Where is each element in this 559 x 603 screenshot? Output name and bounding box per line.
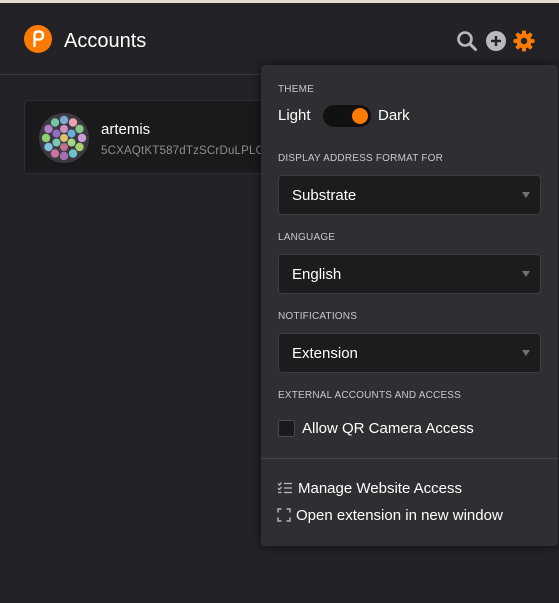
account-card[interactable]: artemis 5CXAQtKT587dTzSCrDuLPLC — [24, 100, 274, 174]
theme-toggle[interactable] — [323, 105, 371, 127]
language-select[interactable]: English — [278, 254, 541, 294]
notifications-value: Extension — [292, 345, 358, 362]
search-icon[interactable] — [456, 30, 478, 52]
account-name: artemis — [101, 121, 151, 138]
language-label: LANGUAGE — [278, 232, 336, 243]
menu-divider — [261, 458, 558, 459]
account-address: 5CXAQtKT587dTzSCrDuLPLC — [101, 145, 265, 157]
chevron-down-icon — [522, 192, 530, 198]
address-format-label: DISPLAY ADDRESS FORMAT FOR — [278, 153, 444, 164]
gear-icon[interactable] — [513, 30, 535, 52]
open-new-window-label: Open extension in new window — [296, 507, 503, 524]
theme-section-label: THEME — [278, 84, 314, 95]
notifications-label: NOTIFICATIONS — [278, 311, 358, 322]
manage-website-access-link[interactable]: Manage Website Access — [277, 480, 462, 497]
page-title: Accounts — [64, 30, 147, 52]
expand-icon — [277, 508, 291, 522]
manage-website-access-label: Manage Website Access — [298, 480, 462, 497]
polkadot-logo — [24, 25, 52, 53]
address-format-select[interactable]: Substrate — [278, 175, 541, 215]
notifications-select[interactable]: Extension — [278, 333, 541, 373]
identicon-avatar — [39, 113, 89, 163]
qr-camera-label[interactable]: Allow QR Camera Access — [302, 420, 474, 437]
add-account-icon[interactable] — [485, 30, 507, 52]
theme-dark-label: Dark — [378, 107, 410, 124]
qr-camera-checkbox[interactable] — [278, 420, 295, 437]
address-format-value: Substrate — [292, 187, 357, 204]
theme-toggle-knob — [352, 108, 368, 124]
checklist-icon — [277, 482, 292, 494]
language-value: English — [292, 266, 342, 283]
chevron-down-icon — [522, 350, 530, 356]
chevron-down-icon — [522, 271, 530, 277]
theme-light-label: Light — [278, 107, 311, 124]
open-new-window-link[interactable]: Open extension in new window — [277, 507, 503, 524]
external-access-label: EXTERNAL ACCOUNTS AND ACCESS — [278, 390, 462, 401]
settings-menu: THEME Light Dark DISPLAY ADDRESS FORMAT … — [261, 65, 558, 546]
